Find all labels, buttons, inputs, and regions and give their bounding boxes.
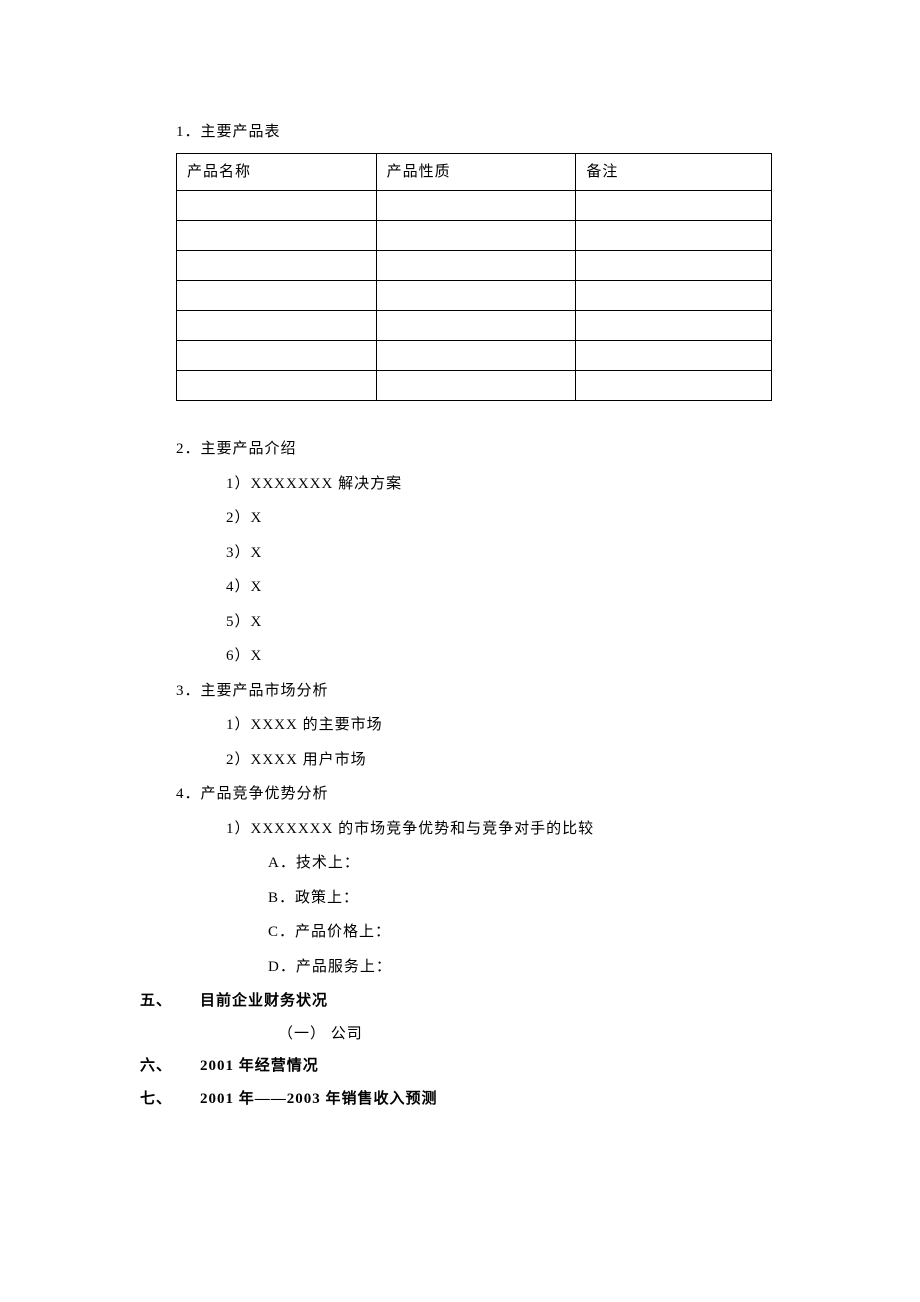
table-row (177, 371, 772, 401)
heading-text: 2001 年经营情况 (200, 1052, 319, 1081)
list-item: 1）XXXXXXX 的市场竞争优势和与竞争对手的比较 (140, 815, 780, 844)
table-cell (376, 281, 576, 311)
table-header: 产品名称 (177, 153, 377, 191)
heading-number: 六、 (140, 1052, 200, 1081)
list-item: 6）X (140, 642, 780, 671)
section-3-title: 3．主要产品市场分析 (140, 677, 780, 706)
table-cell (376, 311, 576, 341)
table-cell (576, 251, 772, 281)
list-item: 2）XXXX 用户市场 (140, 746, 780, 775)
list-item: 1）XXXXXXX 解决方案 (140, 470, 780, 499)
section-2-title: 2．主要产品介绍 (140, 435, 780, 464)
table-cell (177, 221, 377, 251)
section-1-title: 1．主要产品表 (140, 118, 780, 147)
heading-text: 2001 年——2003 年销售收入预测 (200, 1085, 438, 1114)
list-item: A．技术上： (140, 849, 780, 878)
table-header: 备注 (576, 153, 772, 191)
list-item: 3）X (140, 539, 780, 568)
table-row (177, 281, 772, 311)
table-cell (576, 281, 772, 311)
table-cell (177, 251, 377, 281)
table-cell (576, 191, 772, 221)
subheading: （一） 公司 (140, 1020, 780, 1049)
table-cell (376, 371, 576, 401)
list-item: 4）X (140, 573, 780, 602)
list-item: D．产品服务上： (140, 953, 780, 982)
table-cell (576, 311, 772, 341)
table-header-row: 产品名称 产品性质 备注 (177, 153, 772, 191)
table-cell (177, 281, 377, 311)
product-table: 产品名称 产品性质 备注 (176, 153, 772, 402)
table-cell (376, 191, 576, 221)
table-cell (576, 221, 772, 251)
table-cell (376, 251, 576, 281)
list-item: 5）X (140, 608, 780, 637)
table-row (177, 221, 772, 251)
list-item: B．政策上： (140, 884, 780, 913)
table-header: 产品性质 (376, 153, 576, 191)
table-cell (177, 341, 377, 371)
table-cell (376, 221, 576, 251)
table-cell (576, 371, 772, 401)
table-cell (177, 371, 377, 401)
table-cell (576, 341, 772, 371)
list-item: C．产品价格上： (140, 918, 780, 947)
heading-6: 六、 2001 年经营情况 (140, 1052, 780, 1081)
table-row (177, 311, 772, 341)
heading-number: 五、 (140, 987, 200, 1016)
table-row (177, 251, 772, 281)
heading-text: 目前企业财务状况 (200, 987, 328, 1016)
section-4-title: 4．产品竞争优势分析 (140, 780, 780, 809)
list-item: 2）X (140, 504, 780, 533)
heading-7: 七、 2001 年——2003 年销售收入预测 (140, 1085, 780, 1114)
document-page: 1．主要产品表 产品名称 产品性质 备注 (0, 0, 920, 1177)
table-cell (177, 311, 377, 341)
heading-5: 五、 目前企业财务状况 (140, 987, 780, 1016)
table-cell (177, 191, 377, 221)
table-row (177, 191, 772, 221)
table-row (177, 341, 772, 371)
list-item: 1）XXXX 的主要市场 (140, 711, 780, 740)
table-cell (376, 341, 576, 371)
heading-number: 七、 (140, 1085, 200, 1114)
